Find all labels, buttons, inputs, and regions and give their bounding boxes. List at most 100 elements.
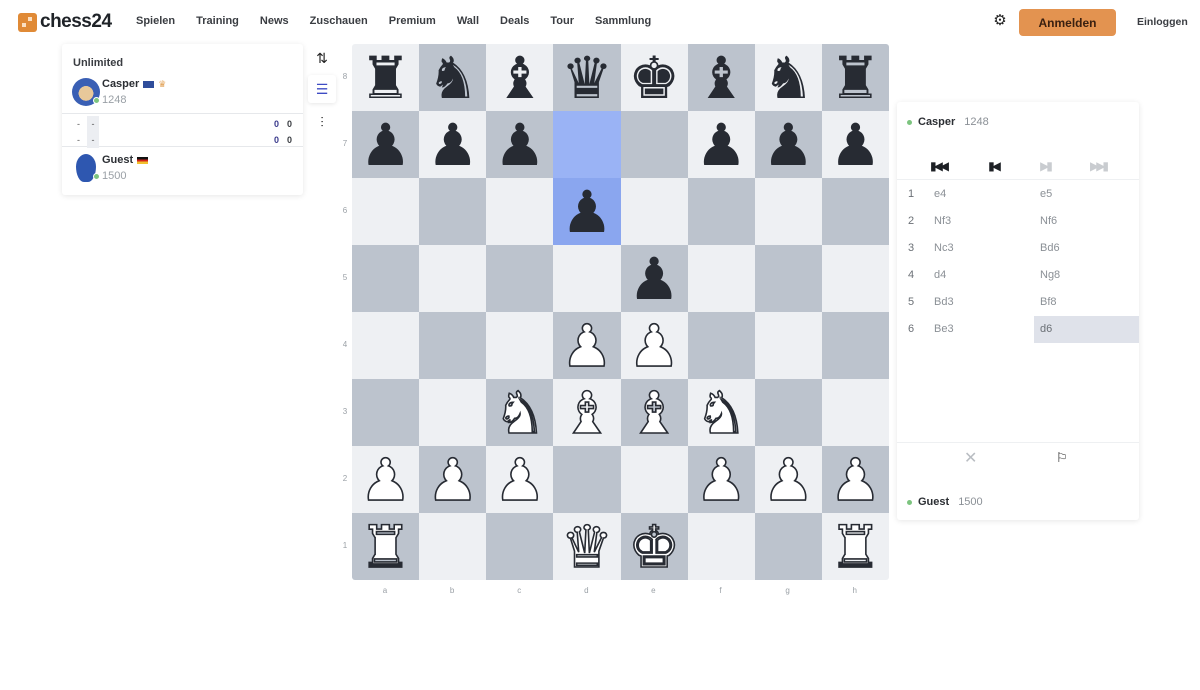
black-move[interactable]: Bd6 (1034, 235, 1139, 262)
square-h1[interactable]: ♜ (821, 513, 889, 580)
square-g2[interactable]: ♟ (754, 446, 822, 513)
square-b7[interactable]: ♟ (419, 111, 487, 178)
square-b4[interactable] (419, 312, 487, 379)
nav-zuschauen[interactable]: Zuschauen (310, 15, 368, 27)
white-move[interactable]: Be3 (934, 323, 954, 335)
nav-news[interactable]: News (260, 15, 289, 27)
white-pawn-icon[interactable]: ♟ (694, 450, 748, 510)
settings-sliders-icon[interactable]: ⫶ (308, 108, 336, 136)
nav-spielen[interactable]: Spielen (136, 15, 175, 27)
square-a7[interactable]: ♟ (352, 111, 420, 178)
square-c1[interactable] (486, 513, 554, 580)
previous-move-icon[interactable]: ▮◀ (981, 156, 1005, 176)
black-rook-icon[interactable]: ♜ (360, 49, 412, 107)
nav-sammlung[interactable]: Sammlung (595, 15, 651, 27)
chess24-logo[interactable]: chess24 (18, 11, 112, 33)
nav-wall[interactable]: Wall (457, 15, 479, 27)
square-d5[interactable] (553, 245, 621, 312)
black-pawn-icon[interactable]: ♟ (695, 116, 747, 174)
square-b5[interactable] (419, 245, 487, 312)
square-d7[interactable] (553, 111, 621, 178)
white-pawn-icon[interactable]: ♟ (359, 450, 413, 510)
black-bishop-icon[interactable]: ♝ (695, 49, 747, 107)
square-e6[interactable] (620, 178, 688, 245)
move-list-icon[interactable]: ☰ (308, 75, 336, 103)
square-h4[interactable] (821, 312, 889, 379)
black-move[interactable]: Ng8 (1034, 262, 1139, 289)
square-f7[interactable]: ♟ (687, 111, 755, 178)
square-b3[interactable] (419, 379, 487, 446)
square-a4[interactable] (352, 312, 420, 379)
square-f6[interactable] (687, 178, 755, 245)
square-d3[interactable]: ♝ (553, 379, 621, 446)
top-player-row[interactable]: Casper ♛ 1248 (72, 78, 292, 110)
square-g5[interactable] (754, 245, 822, 312)
square-d6[interactable]: ♟ (553, 178, 621, 245)
square-h6[interactable] (821, 178, 889, 245)
black-move[interactable]: Nf6 (1034, 208, 1139, 235)
square-f5[interactable] (687, 245, 755, 312)
square-g6[interactable] (754, 178, 822, 245)
square-f3[interactable]: ♞ (687, 379, 755, 446)
black-queen-icon[interactable]: ♛ (561, 49, 613, 107)
square-a2[interactable]: ♟ (352, 446, 420, 513)
black-knight-icon[interactable]: ♞ (427, 49, 479, 107)
square-g7[interactable]: ♟ (754, 111, 822, 178)
white-knight-icon[interactable]: ♞ (493, 383, 547, 443)
white-bishop-icon[interactable]: ♝ (560, 383, 614, 443)
white-move[interactable]: e4 (934, 188, 946, 200)
square-e1[interactable]: ♚ (620, 513, 688, 580)
square-f8[interactable]: ♝ (687, 44, 755, 111)
white-queen-icon[interactable]: ♛ (560, 517, 614, 577)
nav-premium[interactable]: Premium (389, 15, 436, 27)
black-pawn-icon[interactable]: ♟ (762, 116, 814, 174)
login-link[interactable]: Einloggen (1137, 16, 1188, 28)
black-move[interactable]: d6 (1034, 316, 1139, 343)
square-f1[interactable] (687, 513, 755, 580)
square-g8[interactable]: ♞ (754, 44, 822, 111)
square-d1[interactable]: ♛ (553, 513, 621, 580)
square-c7[interactable]: ♟ (486, 111, 554, 178)
nav-deals[interactable]: Deals (500, 15, 529, 27)
white-move[interactable]: Nc3 (934, 242, 954, 254)
square-h2[interactable]: ♟ (821, 446, 889, 513)
square-g4[interactable] (754, 312, 822, 379)
square-a3[interactable] (352, 379, 420, 446)
white-rook-icon[interactable]: ♜ (359, 517, 413, 577)
white-pawn-icon[interactable]: ♟ (627, 316, 681, 376)
square-e5[interactable]: ♟ (620, 245, 688, 312)
square-b1[interactable] (419, 513, 487, 580)
white-knight-icon[interactable]: ♞ (694, 383, 748, 443)
register-button[interactable]: Anmelden (1019, 9, 1116, 36)
square-d8[interactable]: ♛ (553, 44, 621, 111)
black-pawn-icon[interactable]: ♟ (561, 183, 613, 241)
white-pawn-icon[interactable]: ♟ (493, 450, 547, 510)
white-rook-icon[interactable]: ♜ (829, 517, 883, 577)
next-move-icon[interactable]: ▶▮ (1033, 156, 1057, 176)
square-a5[interactable] (352, 245, 420, 312)
white-king-icon[interactable]: ♚ (627, 517, 681, 577)
square-c4[interactable] (486, 312, 554, 379)
white-pawn-icon[interactable]: ♟ (560, 316, 614, 376)
square-g3[interactable] (754, 379, 822, 446)
white-bishop-icon[interactable]: ♝ (627, 383, 681, 443)
white-pawn-icon[interactable]: ♟ (426, 450, 480, 510)
square-h7[interactable]: ♟ (821, 111, 889, 178)
white-pawn-icon[interactable]: ♟ (829, 450, 883, 510)
square-c3[interactable]: ♞ (486, 379, 554, 446)
chess-board[interactable]: ♜ ♞ ♝ ♛ ♚ ♝ ♞ ♜ ♟ ♟ ♟ ♟ ♟ ♟ ♟ ♟ ♟ ♟ ♞ ♝ ♝ ♞ ♟ ♟ ♟ ♟ ♟ ♟ ♜ ♛ ♚ ♜ (352, 44, 889, 580)
close-icon[interactable]: ✕ (964, 448, 977, 468)
square-e4[interactable]: ♟ (620, 312, 688, 379)
square-f4[interactable] (687, 312, 755, 379)
square-c6[interactable] (486, 178, 554, 245)
square-e3[interactable]: ♝ (620, 379, 688, 446)
black-move[interactable]: Bf8 (1034, 289, 1139, 316)
square-h5[interactable] (821, 245, 889, 312)
black-pawn-icon[interactable]: ♟ (628, 250, 680, 308)
white-move[interactable]: d4 (934, 269, 946, 281)
square-c5[interactable] (486, 245, 554, 312)
square-h8[interactable]: ♜ (821, 44, 889, 111)
white-move[interactable]: Bd3 (934, 296, 954, 308)
square-a1[interactable]: ♜ (352, 513, 420, 580)
black-pawn-icon[interactable]: ♟ (494, 116, 546, 174)
